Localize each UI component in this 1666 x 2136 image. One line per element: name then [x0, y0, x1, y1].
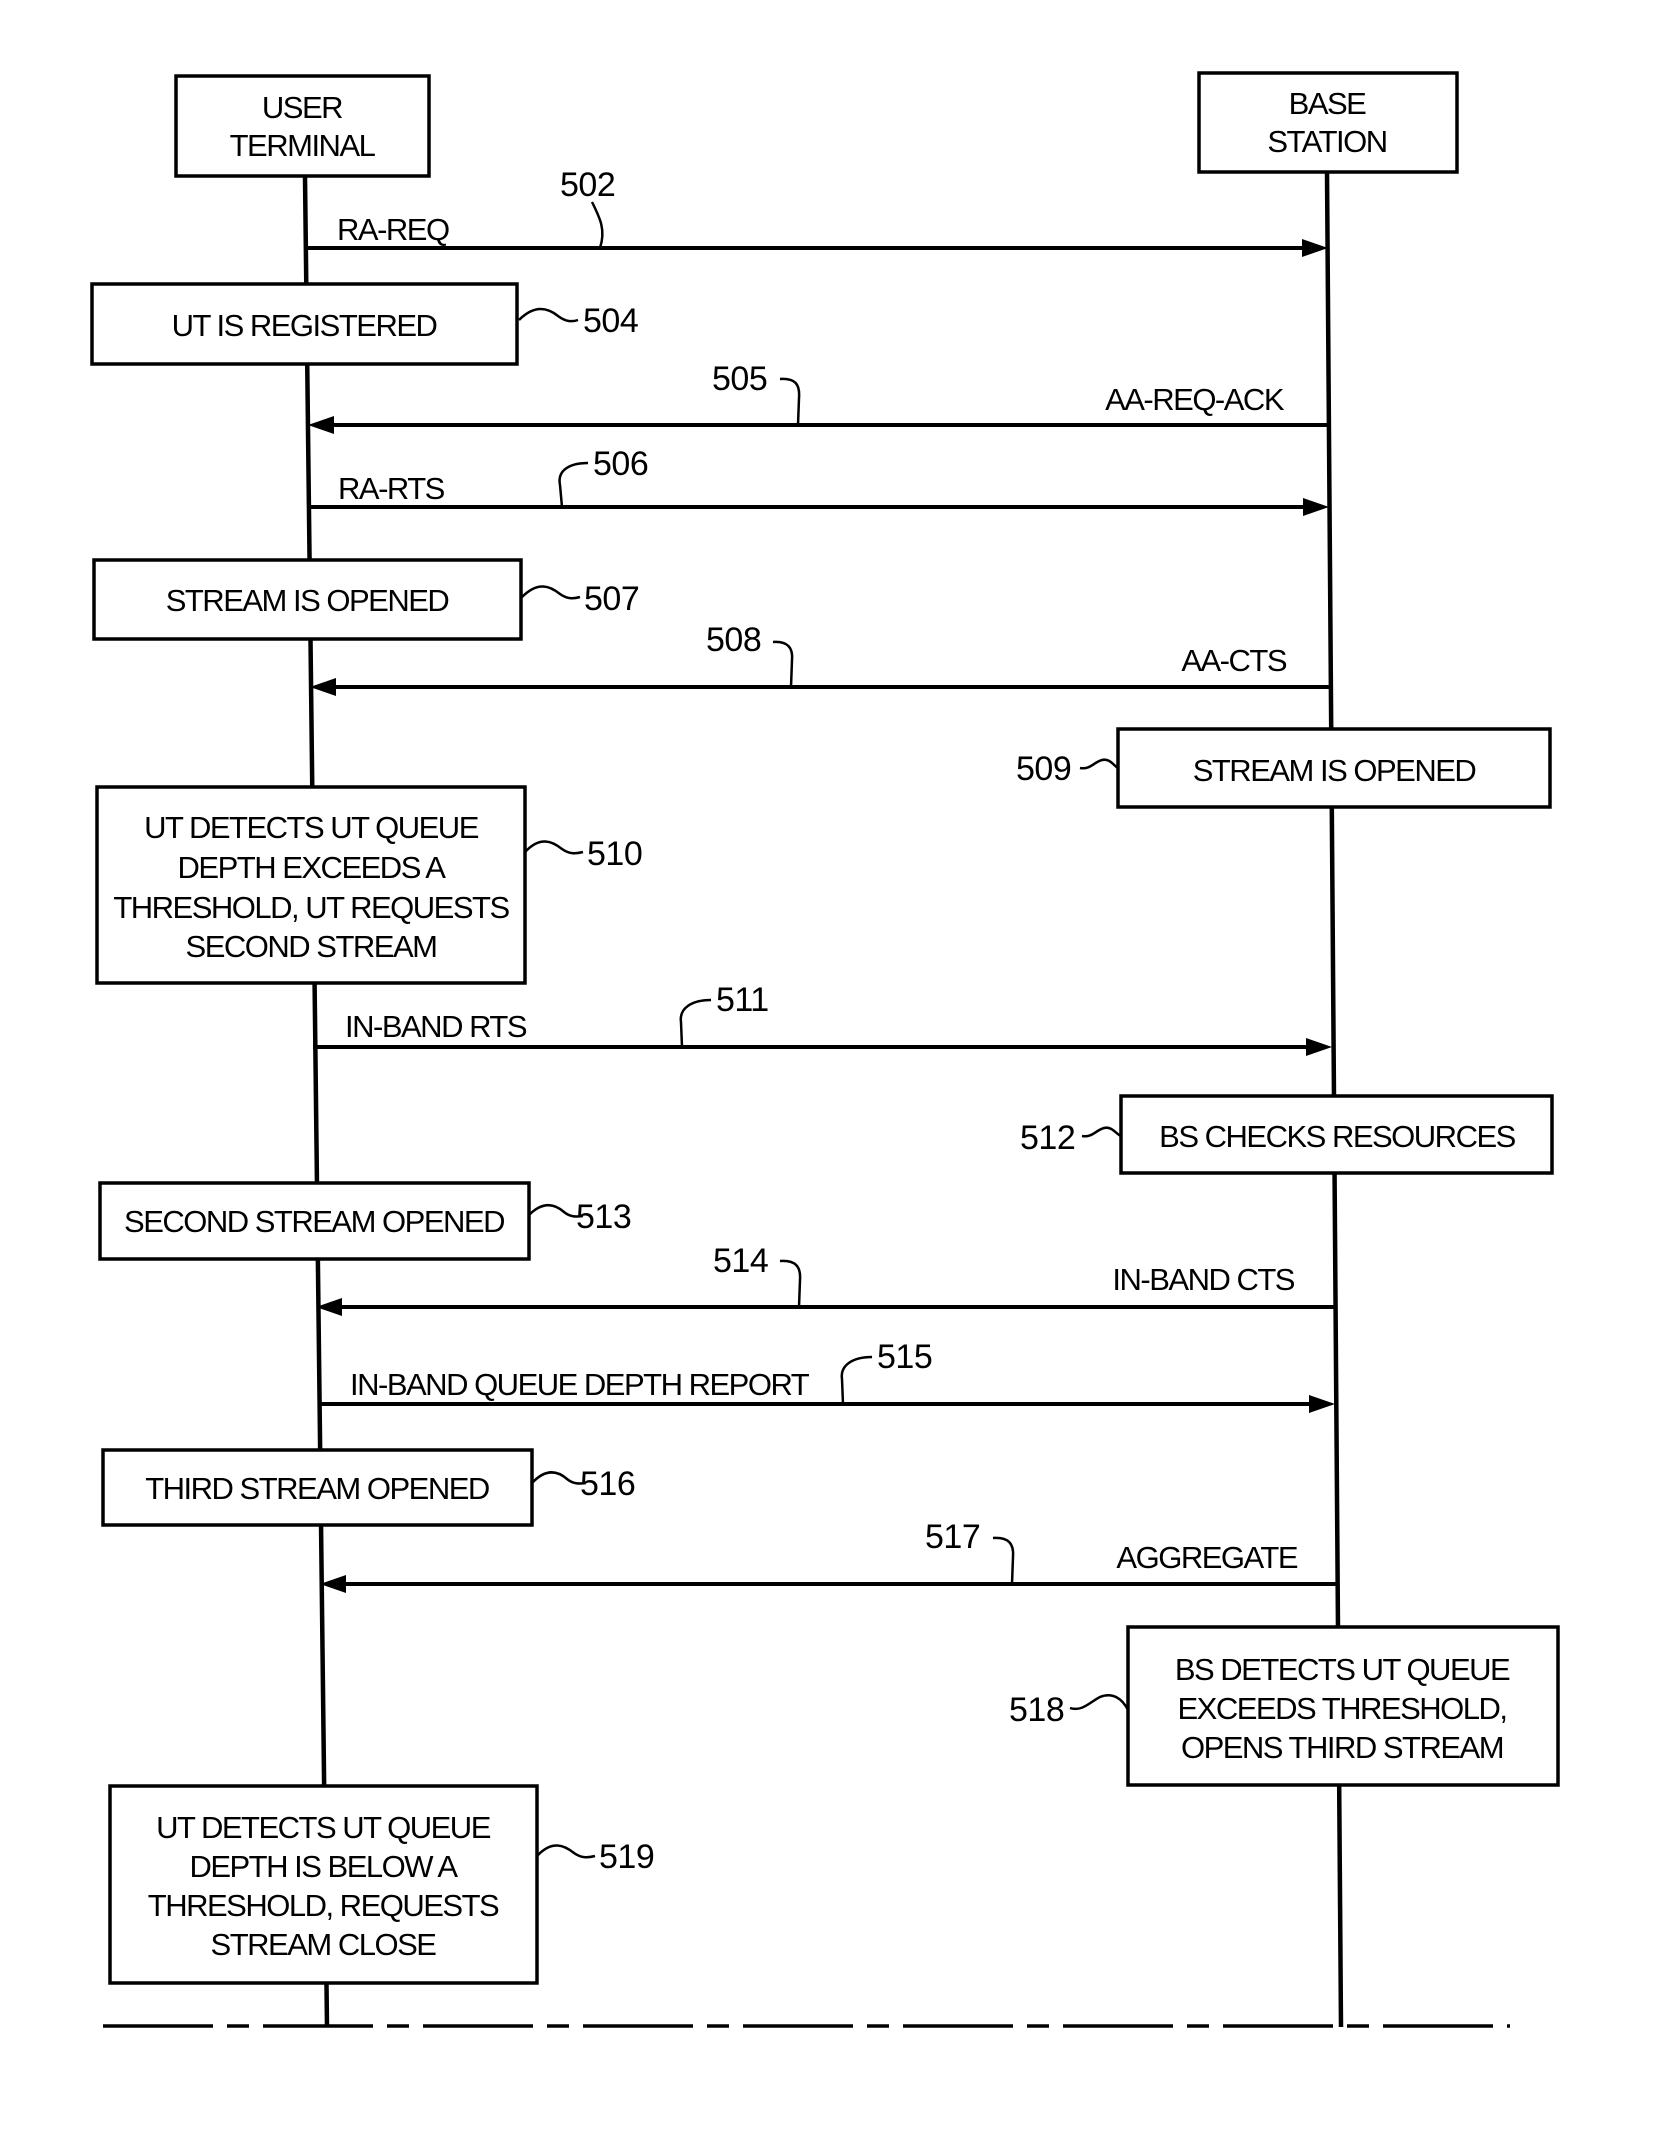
reference-number: 517 [925, 1518, 980, 1556]
action-text-line: THRESHOLD, REQUESTS [148, 1888, 499, 1923]
action-bs-stream-opened: STREAM IS OPENED 509 [1016, 727, 1552, 809]
reference-number: 509 [1016, 750, 1071, 788]
participant-label-line: USER [262, 90, 342, 125]
reference-number: 505 [712, 360, 767, 398]
arrowhead-right-icon [1309, 1395, 1335, 1413]
action-text-line: UT DETECTS UT QUEUE [156, 1810, 491, 1845]
action-text-line: DEPTH EXCEEDS A [178, 850, 447, 885]
reference-leader [531, 1471, 587, 1485]
message-aggregate: AGGREGATE 517 [320, 1518, 1337, 1593]
action-text: STREAM IS OPENED [1193, 753, 1476, 788]
message-label: RA-REQ [337, 212, 449, 247]
action-bs-checks-resources: BS CHECKS RESOURCES 512 [1020, 1094, 1554, 1175]
action-text-line: SECOND STREAM [186, 929, 437, 964]
reference-number: 508 [706, 621, 761, 659]
user-terminal-lifeline [302, 176, 330, 2028]
action-text-line: OPENS THIRD STREAM [1181, 1730, 1503, 1765]
message-label: AA-REQ-ACK [1105, 382, 1285, 417]
reference-number: 515 [877, 1338, 932, 1376]
action-text-line: THRESHOLD, UT REQUESTS [113, 890, 509, 925]
action-text: THIRD STREAM OPENED [145, 1471, 489, 1506]
arrowhead-right-icon [1306, 1038, 1332, 1056]
message-aa-req-ack: AA-REQ-ACK 505 [308, 360, 1328, 434]
action-text-line: UT DETECTS UT QUEUE [144, 810, 479, 845]
action-ut-is-registered: UT IS REGISTERED 504 [90, 282, 639, 366]
reference-number: 506 [593, 445, 648, 483]
reference-number: 518 [1009, 1691, 1064, 1729]
action-ut-stream-opened: STREAM IS OPENED 507 [92, 558, 640, 641]
reference-leader [524, 840, 584, 855]
action-ut-requests-second-stream: UT DETECTS UT QUEUE DEPTH EXCEEDS A THRE… [95, 785, 643, 985]
reference-number: 512 [1020, 1119, 1075, 1157]
reference-leader [679, 998, 712, 1048]
action-text-line: EXCEEDS THRESHOLD, [1177, 1691, 1506, 1726]
message-ra-req: RA-REQ 502 [306, 166, 1328, 257]
action-third-stream-opened: THIRD STREAM OPENED 516 [101, 1448, 636, 1527]
arrowhead-right-icon [1303, 498, 1329, 516]
arrowhead-left-icon [310, 678, 336, 696]
message-in-band-queue-depth-report: IN-BAND QUEUE DEPTH REPORT 515 [318, 1338, 1335, 1413]
arrowhead-right-icon [1302, 239, 1328, 257]
reference-leader [521, 585, 581, 600]
reference-leader [536, 1844, 596, 1859]
reference-leader [590, 201, 604, 249]
action-text-line: BS DETECTS UT QUEUE [1175, 1652, 1510, 1687]
reference-leader [992, 1536, 1015, 1585]
reference-leader [772, 640, 794, 688]
action-ut-requests-stream-close: UT DETECTS UT QUEUE DEPTH IS BELOW A THR… [108, 1784, 655, 1985]
reference-leader [528, 1204, 584, 1218]
reference-number: 502 [560, 166, 615, 204]
reference-leader [779, 377, 801, 426]
message-label: RA-RTS [338, 471, 445, 506]
reference-leader [779, 1259, 802, 1308]
reference-number: 504 [583, 302, 638, 340]
message-label: IN-BAND CTS [1112, 1262, 1294, 1297]
reference-number: 514 [713, 1242, 768, 1280]
action-text: SECOND STREAM OPENED [124, 1204, 504, 1239]
participant-label-line: STATION [1267, 124, 1386, 159]
reference-leader [1069, 1693, 1130, 1711]
action-text-line: STREAM CLOSE [211, 1927, 437, 1962]
message-label: AA-CTS [1181, 643, 1287, 678]
reference-number: 511 [716, 981, 769, 1019]
reference-leader [558, 461, 589, 508]
participant-base-station: BASE STATION [1197, 71, 1459, 174]
reference-leader [1081, 1126, 1122, 1138]
participant-label-line: TERMINAL [230, 128, 376, 163]
action-text: UT IS REGISTERED [172, 308, 437, 343]
reference-leader [840, 1355, 873, 1405]
reference-number: 519 [599, 1838, 654, 1876]
message-ra-rts: RA-RTS 506 [307, 445, 1329, 516]
reference-number: 510 [587, 835, 642, 873]
reference-leader [518, 307, 579, 323]
message-label: IN-BAND RTS [345, 1009, 527, 1044]
participant-label-line: BASE [1289, 86, 1367, 121]
message-label: AGGREGATE [1116, 1540, 1297, 1575]
message-in-band-rts: IN-BAND RTS 511 [313, 981, 1332, 1056]
action-second-stream-opened: SECOND STREAM OPENED 513 [98, 1181, 632, 1261]
action-text: BS CHECKS RESOURCES [1159, 1119, 1515, 1154]
participant-user-terminal: USER TERMINAL [174, 74, 431, 178]
action-text: STREAM IS OPENED [166, 583, 449, 618]
action-text-line: DEPTH IS BELOW A [189, 1849, 458, 1884]
reference-number: 516 [580, 1465, 635, 1503]
action-bs-opens-third-stream: BS DETECTS UT QUEUE EXCEEDS THRESHOLD, O… [1009, 1625, 1560, 1787]
arrowhead-left-icon [308, 416, 334, 434]
message-label: IN-BAND QUEUE DEPTH REPORT [350, 1367, 810, 1402]
reference-number: 507 [584, 580, 639, 618]
reference-number: 513 [576, 1198, 631, 1236]
sequence-diagram: USER TERMINAL BASE STATION RA-REQ 502 UT… [90, 71, 1560, 2028]
reference-leader [1079, 758, 1119, 770]
